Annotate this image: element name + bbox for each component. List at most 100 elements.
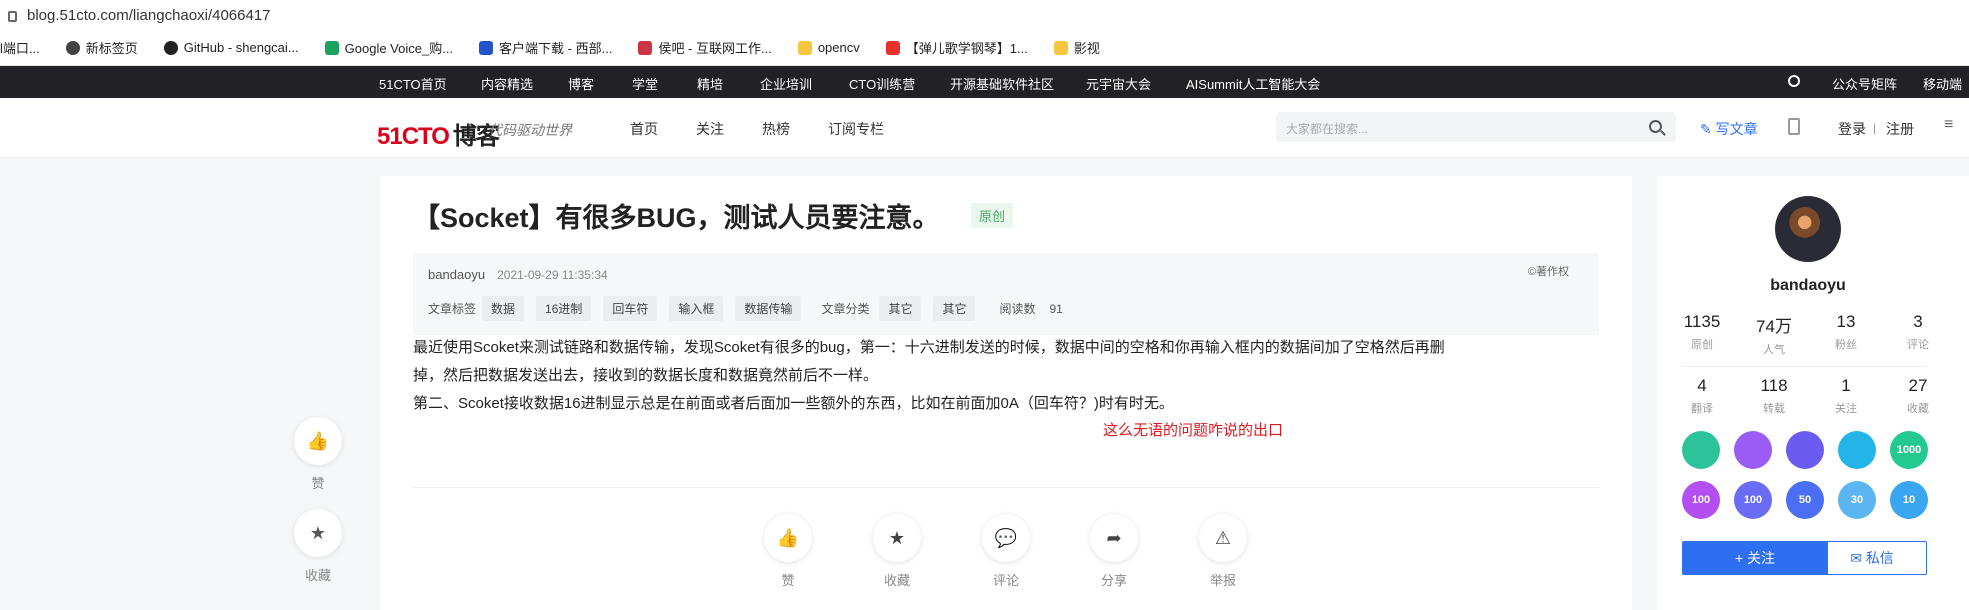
comment-icon: 💬: [982, 514, 1030, 562]
folder-icon: [1053, 40, 1068, 55]
header-nav-item[interactable]: 关注: [696, 119, 724, 139]
thumbs-up-icon: 👍: [764, 514, 812, 562]
achievement-badge-icon[interactable]: 10: [1890, 481, 1928, 519]
category-tag[interactable]: 其它: [933, 296, 976, 321]
article-paragraph: 第二、Scoket接收数据16进制显示总是在前面或者后面加一些额外的东西，比如在…: [413, 395, 1174, 412]
achievement-badge-icon[interactable]: 100: [1734, 481, 1772, 519]
publish-date: 2021-09-29 11:35:34: [497, 267, 608, 282]
tag[interactable]: 回车符: [603, 296, 658, 321]
bookmarks-bar: l端口... 新标签页 GitHub - shengcai... Google …: [0, 30, 1969, 66]
stat-following[interactable]: 1 关注: [1811, 376, 1881, 416]
bookmark-item[interactable]: 客户端下载 - 西部...: [479, 38, 612, 57]
achievement-badge-icon[interactable]: 1000: [1890, 431, 1928, 469]
topnav-item[interactable]: AISummit人工智能大会: [1186, 74, 1320, 93]
search-input[interactable]: 大家都在搜索...: [1276, 112, 1676, 142]
stat-favorites[interactable]: 27 收藏: [1883, 376, 1953, 416]
mail-icon: ✉: [1850, 550, 1866, 566]
follow-button[interactable]: + 关注: [1682, 541, 1828, 575]
topnav-item[interactable]: 内容精选: [481, 74, 533, 93]
topnav-item[interactable]: CTO训练营: [849, 74, 915, 93]
bookmark-icon: [638, 40, 653, 55]
bookmark-item[interactable]: 影视: [1053, 38, 1100, 57]
message-button[interactable]: ✉ 私信: [1817, 541, 1927, 575]
bookmark-item[interactable]: Google Voice_购...: [324, 38, 453, 57]
divider: [1682, 366, 1927, 367]
bookmark-item[interactable]: 【弹儿歌学钢琴】1...: [885, 38, 1028, 57]
site-header: 51CTO 博客 代码驱动世界 首页 关注 热榜 订阅专栏 大家都在搜索... ✎…: [0, 98, 1969, 158]
like-button[interactable]: 👍 赞: [758, 514, 818, 589]
achievement-badge-icon[interactable]: [1786, 431, 1824, 469]
browser-url-bar[interactable]: blog.51cto.com/liangchaoxi/4066417: [0, 0, 1969, 30]
menu-icon[interactable]: ≡: [1944, 116, 1953, 134]
achievement-badge-icon[interactable]: [1838, 431, 1876, 469]
bookmark-item[interactable]: GitHub - shengcai...: [163, 40, 299, 55]
stat-reposts[interactable]: 118 转载: [1739, 376, 1809, 416]
bookmark-item[interactable]: l端口...: [0, 38, 40, 57]
tag[interactable]: 数据: [482, 296, 525, 321]
favorite-button[interactable]: ★ 收藏: [867, 514, 927, 589]
topnav-item[interactable]: 企业培训: [760, 74, 812, 93]
header-nav-item[interactable]: 热榜: [762, 119, 790, 139]
search-icon[interactable]: [1649, 120, 1662, 133]
achievement-badge-icon[interactable]: [1734, 431, 1772, 469]
stat-translations[interactable]: 4 翻译: [1667, 376, 1737, 416]
float-like[interactable]: 👍 赞: [294, 417, 342, 492]
site-logo[interactable]: 51CTO 博客: [377, 116, 500, 151]
listen-icon: [885, 40, 900, 55]
comment-button[interactable]: 💬 评论: [976, 514, 1036, 589]
sidebar-username[interactable]: bandaoyu: [1657, 277, 1959, 295]
divider: [413, 487, 1599, 488]
write-article-button[interactable]: ✎ 写文章: [1700, 119, 1758, 139]
stat-fans[interactable]: 13 粉丝: [1811, 312, 1881, 352]
author-sidebar: bandaoyu 1135 原创 74万 人气 13 粉丝 3 评论 4 翻译 118 转载…: [1657, 176, 1969, 610]
lock-icon: [8, 10, 17, 22]
mobile-icon[interactable]: [1788, 118, 1800, 135]
copyright-label: ©著作权: [1527, 266, 1569, 278]
globe-icon: [65, 40, 80, 55]
topnav-item[interactable]: 元宇宙大会: [1086, 74, 1151, 93]
float-favorite[interactable]: ★ 收藏: [294, 509, 342, 584]
author-name[interactable]: bandaoyu: [428, 267, 485, 282]
category-label: 文章分类: [821, 302, 870, 316]
article-title: 【Socket】有很多BUG，测试人员要注意。: [413, 203, 940, 233]
article-card: 【Socket】有很多BUG，测试人员要注意。 原创 bandaoyu 2021…: [380, 176, 1632, 610]
topnav-right-item[interactable]: 公众号矩阵: [1832, 74, 1897, 93]
tag[interactable]: 输入框: [669, 296, 724, 321]
article-paragraph: 最近使用Scoket来测试链路和数据传输，发现Scoket有很多的bug，第一：…: [413, 339, 1445, 356]
topnav-item[interactable]: 学堂: [632, 74, 658, 93]
topnav-right-item[interactable]: 移动端: [1923, 74, 1962, 93]
site-top-nav: 51CTO首页 内容精选 博客 学堂 精培 企业培训 CTO训练营 开源基础软件…: [0, 66, 1969, 98]
tag[interactable]: 数据传输: [735, 296, 802, 321]
register-link[interactable]: 注册: [1886, 119, 1914, 139]
header-nav-item[interactable]: 订阅专栏: [828, 119, 884, 139]
stat-popularity[interactable]: 74万 人气: [1739, 312, 1809, 357]
url-text[interactable]: blog.51cto.com/liangchaoxi/4066417: [27, 7, 271, 24]
achievement-badge-icon[interactable]: [1682, 431, 1720, 469]
reads-label: 阅读数: [999, 302, 1036, 316]
share-button[interactable]: ➦ 分享: [1084, 514, 1144, 589]
w-icon: [479, 40, 494, 55]
avatar[interactable]: [1775, 196, 1841, 262]
tag[interactable]: 16进制: [536, 296, 592, 321]
star-icon: ★: [873, 514, 921, 562]
translate-icon: [324, 40, 339, 55]
topnav-item[interactable]: 开源基础软件社区: [950, 74, 1054, 93]
achievement-badge-icon[interactable]: 100: [1682, 481, 1720, 519]
topnav-item[interactable]: 博客: [568, 74, 594, 93]
bookmark-item[interactable]: 新标签页: [65, 38, 138, 57]
header-nav-item[interactable]: 首页: [630, 119, 658, 139]
site-slogan: 代码驱动世界: [488, 123, 572, 139]
search-icon[interactable]: [1788, 75, 1800, 87]
topnav-item[interactable]: 51CTO首页: [379, 74, 447, 93]
bookmark-item[interactable]: opencv: [797, 40, 860, 55]
achievement-badge-icon[interactable]: 30: [1838, 481, 1876, 519]
share-icon: ➦: [1090, 514, 1138, 562]
achievement-badge-icon[interactable]: 50: [1786, 481, 1824, 519]
stat-original[interactable]: 1135 原创: [1667, 312, 1737, 352]
login-link[interactable]: 登录: [1838, 119, 1866, 139]
bookmark-item[interactable]: 侯吧 - 互联网工作...: [638, 38, 772, 57]
stat-comments[interactable]: 3 评论: [1883, 312, 1953, 352]
category-tag[interactable]: 其它: [879, 296, 922, 321]
topnav-item[interactable]: 精培: [697, 74, 723, 93]
report-button[interactable]: ⚠ 举报: [1193, 514, 1253, 589]
